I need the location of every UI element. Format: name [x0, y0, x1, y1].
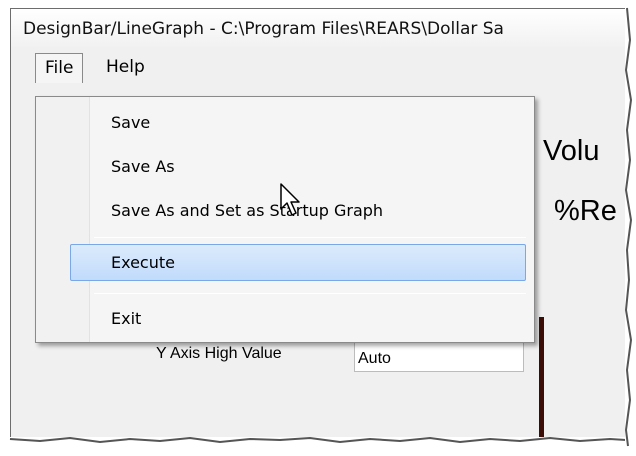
menu-item-save-as-startup[interactable]: Save As and Set as Startup Graph	[111, 201, 383, 220]
torn-edge-right	[625, 0, 636, 456]
file-dropdown-menu: Save Save As Save As and Set as Startup …	[35, 96, 535, 343]
menu-file[interactable]: File	[35, 53, 84, 83]
menu-item-execute[interactable]: Execute	[111, 253, 175, 272]
menu-item-save-as[interactable]: Save As	[111, 157, 175, 176]
menu-help[interactable]: Help	[97, 53, 154, 81]
menu-bar: File Help	[11, 47, 626, 83]
menu-item-save[interactable]: Save	[111, 113, 150, 132]
window-title: DesignBar/LineGraph - C:\Program Files\R…	[23, 19, 504, 39]
menu-icon-gutter	[36, 97, 90, 342]
menu-separator	[94, 293, 526, 294]
y-axis-high-label: Y Axis High Value	[156, 345, 282, 362]
graph-title-line1: Volu	[543, 135, 600, 167]
torn-edge-bottom	[0, 437, 636, 456]
application-window: DesignBar/LineGraph - C:\Program Files\R…	[10, 8, 626, 446]
graph-bar	[539, 317, 544, 446]
menu-separator	[94, 237, 526, 238]
y-axis-high-input[interactable]: Auto	[354, 342, 524, 372]
menu-item-exit[interactable]: Exit	[111, 309, 141, 328]
mouse-pointer-icon	[280, 183, 300, 216]
title-bar: DesignBar/LineGraph - C:\Program Files\R…	[11, 9, 626, 47]
graph-title-line2: %Re	[554, 195, 617, 227]
